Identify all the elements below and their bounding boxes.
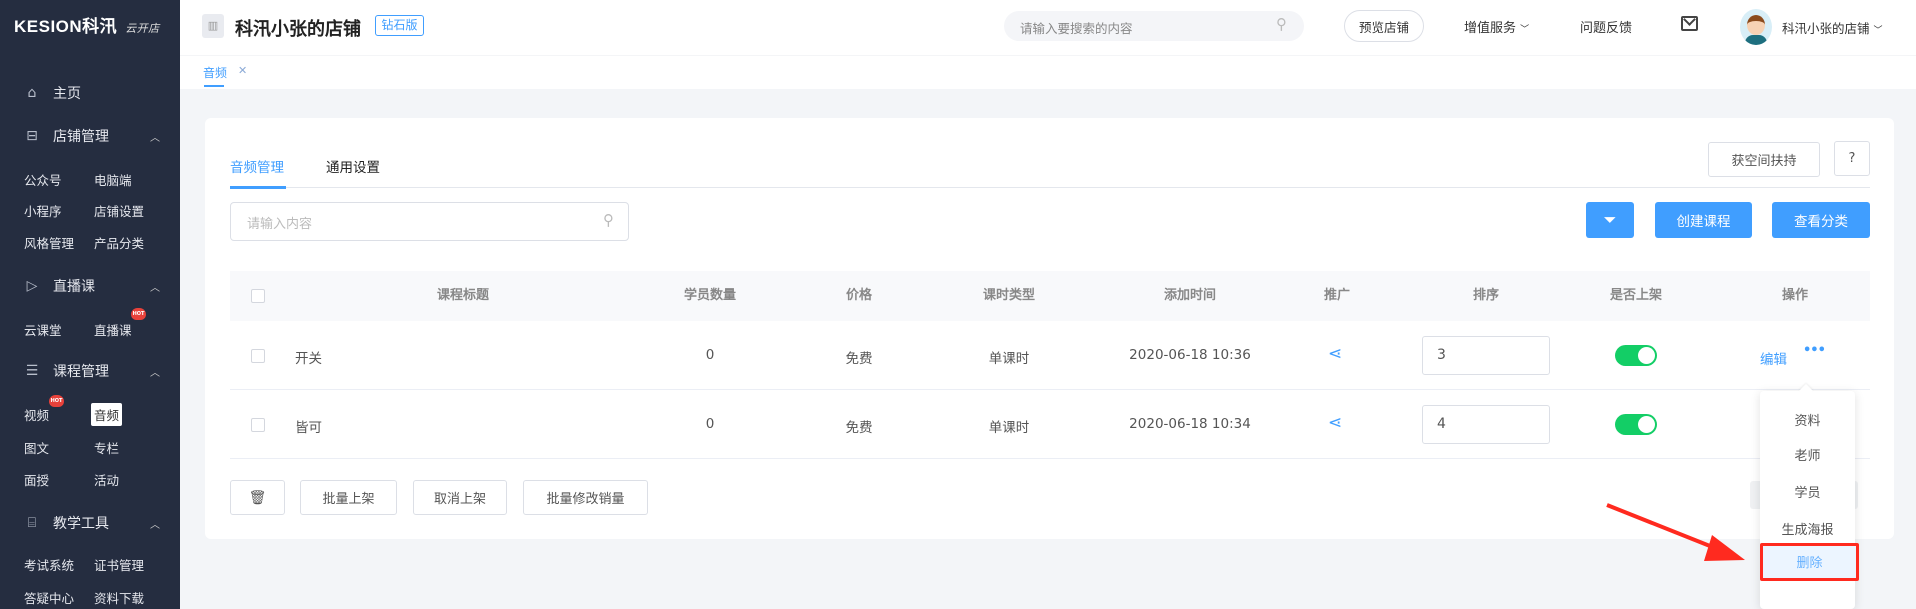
annotation-arrow [1606,503,1745,561]
